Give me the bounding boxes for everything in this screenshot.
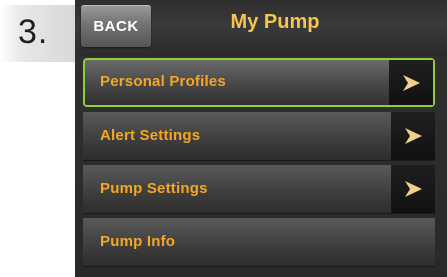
chevron-right-icon — [402, 126, 424, 146]
step-indicator: 3. — [0, 5, 80, 62]
menu-item-label: Personal Profiles — [100, 73, 226, 90]
menu-item-label: Pump Settings — [100, 180, 208, 197]
menu-item-label: Pump Info — [100, 233, 176, 250]
step-number: 3. — [18, 13, 49, 51]
menu-item-personal-profiles[interactable]: Personal Profiles — [83, 58, 435, 107]
menu-item-pump-info[interactable]: Pump Info — [83, 218, 435, 267]
chevron-right-icon — [400, 73, 422, 93]
arrow-button[interactable] — [391, 112, 435, 160]
page-title: My Pump — [230, 11, 320, 33]
screen-header: BACK My Pump — [75, 0, 447, 56]
arrow-button[interactable] — [391, 165, 435, 213]
chevron-right-icon — [402, 179, 424, 199]
menu-list: Personal Profiles Alert Settings Pump Se… — [75, 58, 447, 277]
arrow-button[interactable] — [389, 60, 433, 105]
menu-item-pump-settings[interactable]: Pump Settings — [83, 165, 435, 214]
menu-item-alert-settings[interactable]: Alert Settings — [83, 112, 435, 161]
menu-item-label: Alert Settings — [100, 127, 201, 144]
device-screen: BACK My Pump Personal Profiles Alert Set… — [75, 0, 447, 277]
back-button[interactable]: BACK — [81, 5, 151, 47]
